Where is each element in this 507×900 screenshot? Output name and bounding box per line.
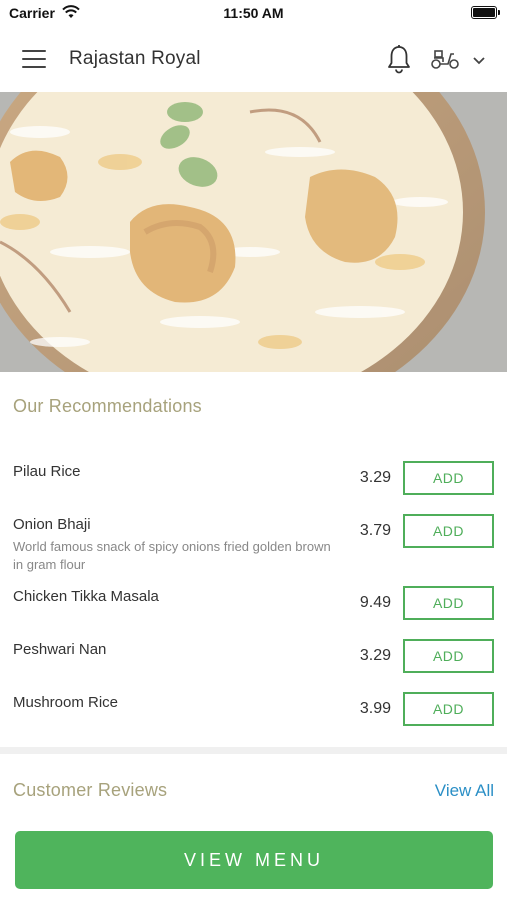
restaurant-title: Rajastan Royal xyxy=(69,48,201,69)
item-price: 3.79 xyxy=(359,522,391,539)
clock: 11:50 AM xyxy=(223,5,284,21)
item-name: Peshwari Nan xyxy=(13,641,107,658)
battery-icon xyxy=(471,6,500,19)
item-name: Pilau Rice xyxy=(13,463,81,480)
menu-icon[interactable] xyxy=(22,50,46,69)
nav-bar: Rajastan Royal xyxy=(0,28,507,92)
chevron-down-icon[interactable] xyxy=(472,53,486,71)
recommendations-title: Our Recommendations xyxy=(13,396,202,416)
add-button[interactable]: ADD xyxy=(403,692,494,726)
item-name: Chicken Tikka Masala xyxy=(13,588,159,605)
item-price: 9.49 xyxy=(359,594,391,611)
add-button[interactable]: ADD xyxy=(403,514,494,548)
add-button[interactable]: ADD xyxy=(403,461,494,495)
hero-food-image xyxy=(0,92,507,372)
add-button[interactable]: ADD xyxy=(403,586,494,620)
section-divider xyxy=(0,747,507,754)
view-all-link[interactable]: View All xyxy=(435,781,494,801)
reviews-title: Customer Reviews xyxy=(13,780,168,800)
item-description: World famous snack of spicy onions fried… xyxy=(13,539,331,572)
add-button[interactable]: ADD xyxy=(403,639,494,673)
view-menu-button[interactable]: VIEW MENU xyxy=(15,831,493,889)
delivery-scooter-icon[interactable] xyxy=(430,48,460,75)
status-bar: Carrier 11:50 AM xyxy=(0,0,507,28)
item-name: Mushroom Rice xyxy=(13,694,119,711)
item-price: 3.29 xyxy=(359,647,391,664)
item-price: 3.29 xyxy=(359,469,391,486)
bell-icon[interactable] xyxy=(386,44,412,79)
item-price: 3.99 xyxy=(359,700,391,717)
item-name: Onion Bhaji xyxy=(13,516,91,533)
